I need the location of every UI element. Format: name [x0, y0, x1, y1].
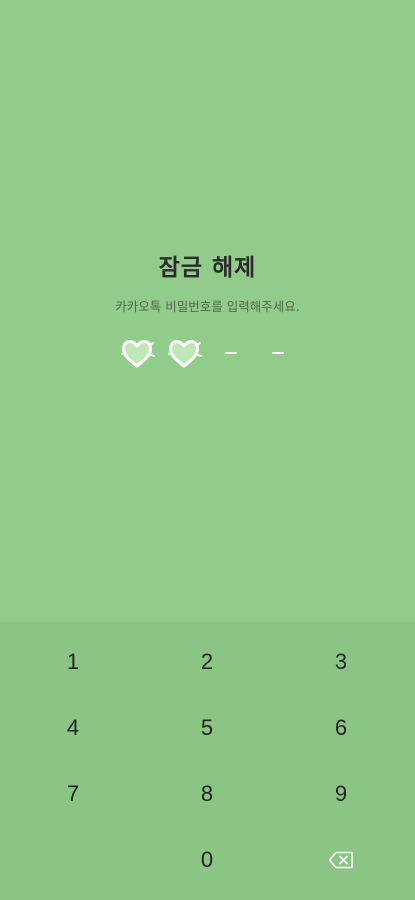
key-2[interactable]: 2	[147, 634, 267, 690]
key-7[interactable]: 7	[13, 766, 133, 822]
pin-slot-filled-heart-icon	[164, 333, 204, 373]
pin-slot-empty	[258, 333, 298, 373]
key-3[interactable]: 3	[281, 634, 401, 690]
key-empty	[13, 832, 133, 888]
pin-slot-filled-heart-icon	[117, 333, 157, 373]
key-9[interactable]: 9	[281, 766, 401, 822]
pin-slot-empty	[211, 333, 251, 373]
key-5[interactable]: 5	[147, 700, 267, 756]
key-0[interactable]: 0	[147, 832, 267, 888]
key-8[interactable]: 8	[147, 766, 267, 822]
page-title: 잠금 해제	[158, 255, 257, 281]
lock-screen: 잠금 해제 카카오톡 비밀번호를 입력해주세요. 1 2 3 4 5 6 7 8…	[0, 0, 415, 900]
backspace-icon	[328, 851, 353, 869]
key-6[interactable]: 6	[281, 700, 401, 756]
key-4[interactable]: 4	[13, 700, 133, 756]
instruction-text: 카카오톡 비밀번호를 입력해주세요.	[115, 299, 300, 314]
pin-indicator	[0, 333, 415, 373]
numeric-keypad: 1 2 3 4 5 6 7 8 9 0	[0, 622, 415, 900]
key-1[interactable]: 1	[13, 634, 133, 690]
backspace-button[interactable]	[281, 832, 401, 888]
